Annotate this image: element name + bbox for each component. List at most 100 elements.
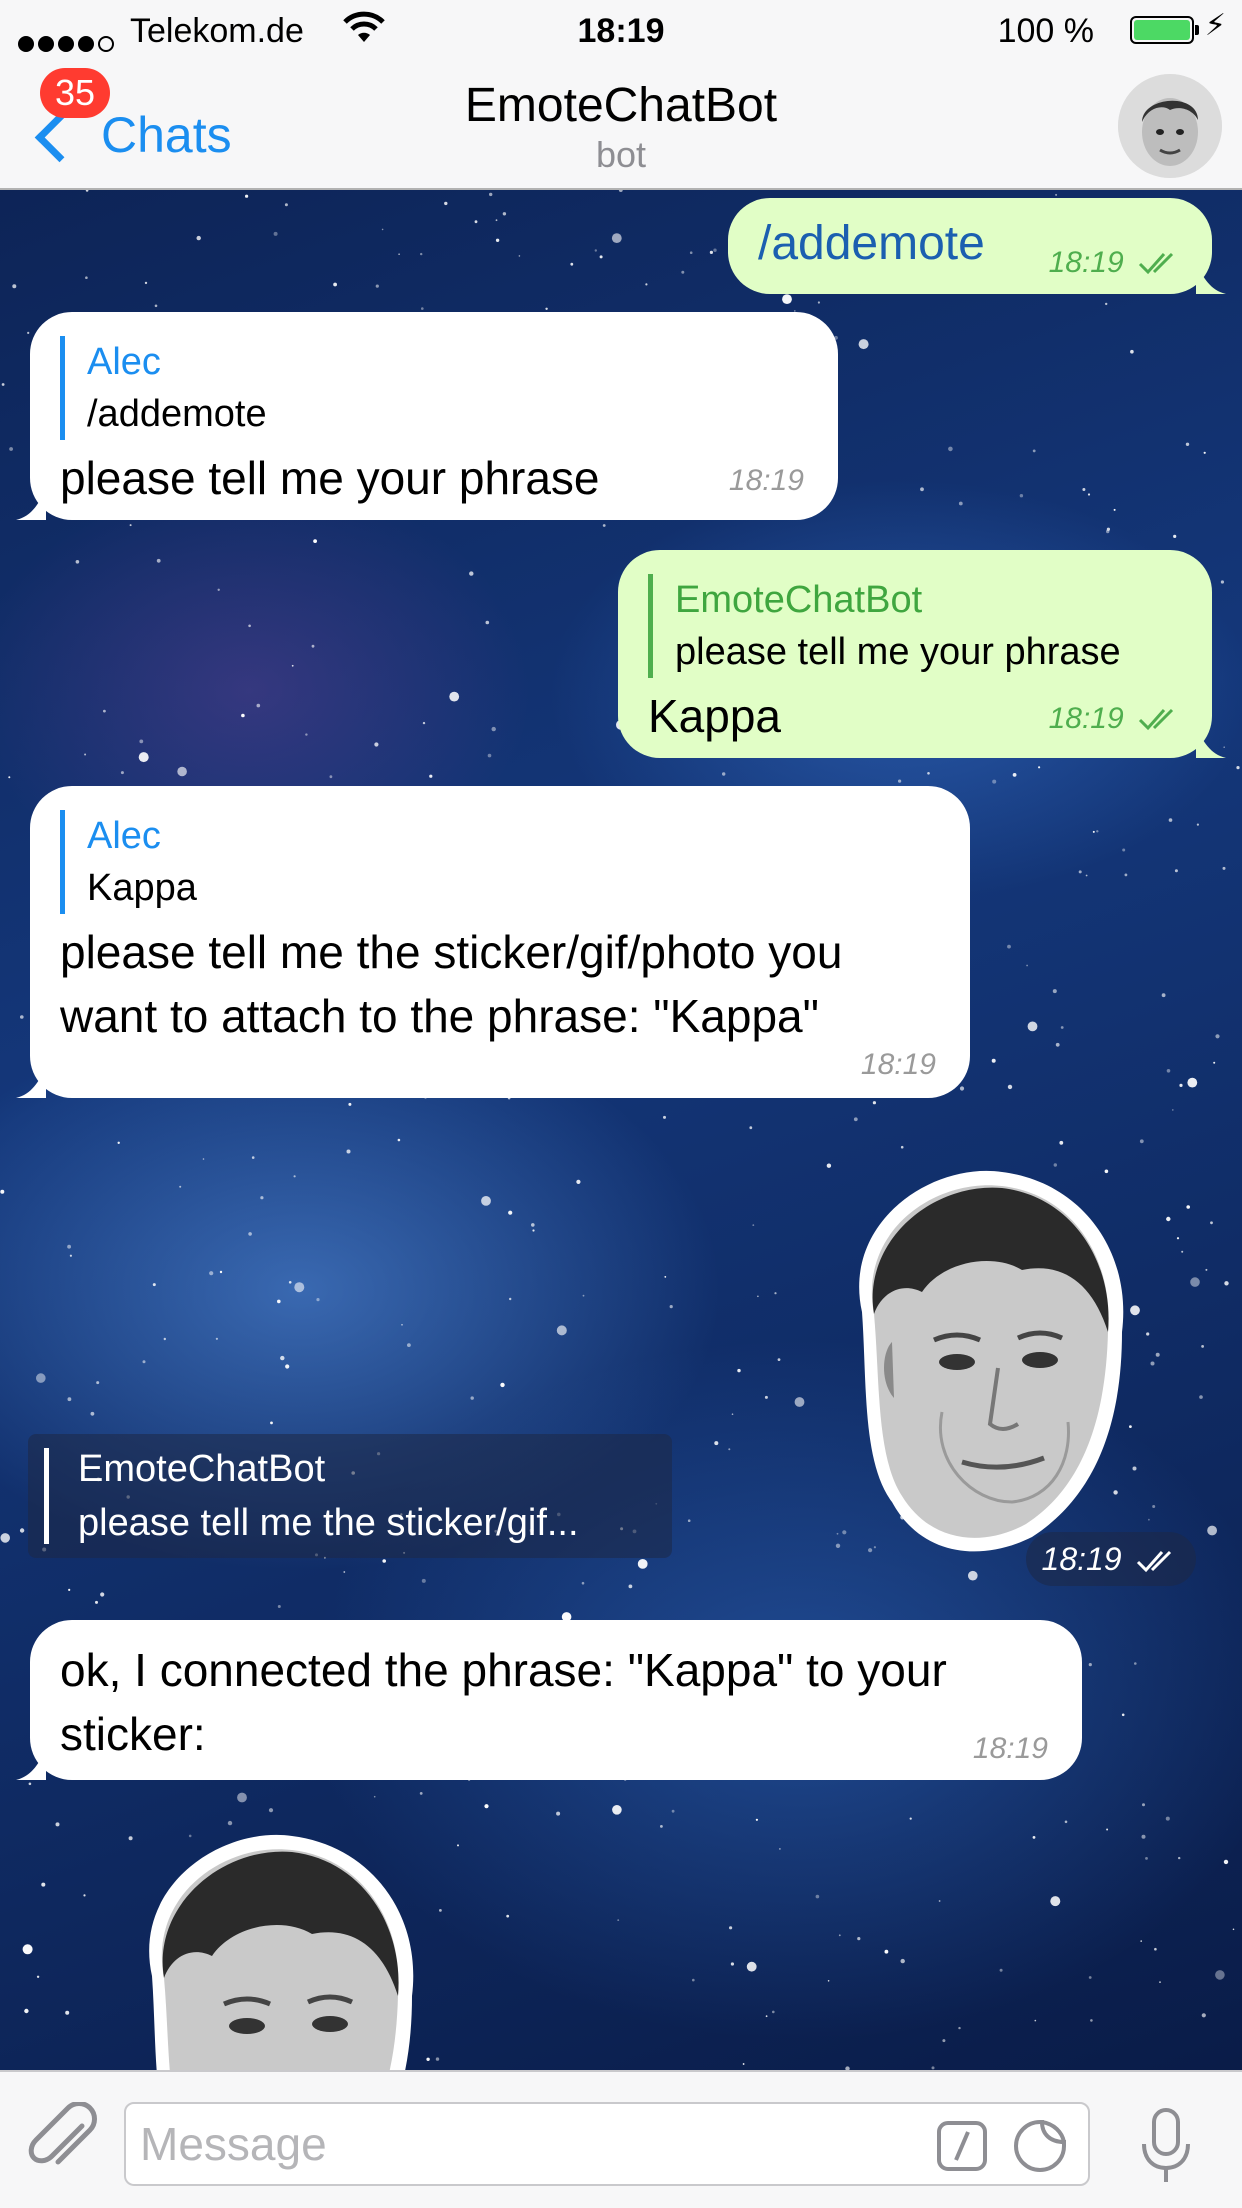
star [421, 1578, 426, 1583]
star [1106, 1828, 1109, 1831]
star [757, 1295, 759, 1298]
star [268, 1808, 274, 1813]
star [1032, 449, 1036, 453]
chat-title[interactable]: EmoteChatBot [0, 78, 1242, 133]
star [217, 588, 220, 591]
star [611, 233, 622, 243]
star [909, 1817, 912, 1820]
chat-area[interactable]: /addemote 18:19 Alec /addemote please te… [0, 190, 1242, 2070]
message-text-line[interactable]: ok, I connected the phrase: "Kappa" to y… [60, 1638, 1052, 1702]
message-bubble-incoming[interactable]: Alec /addemote please tell me your phras… [16, 312, 838, 520]
slash-command-icon[interactable] [936, 2120, 988, 2172]
star [1132, 1466, 1137, 1471]
star [1088, 1663, 1092, 1667]
kappa-face-sticker[interactable] [112, 1826, 422, 2070]
star [1223, 1859, 1229, 1865]
star [968, 1570, 978, 1581]
avatar[interactable] [1118, 74, 1222, 178]
star [857, 1937, 861, 1941]
star [381, 228, 384, 231]
star [779, 1848, 781, 1850]
kappa-face-sticker[interactable] [822, 1162, 1132, 1562]
star [1121, 1713, 1125, 1717]
star [202, 1158, 205, 1160]
star [1150, 1361, 1155, 1366]
star [65, 2010, 70, 2015]
reply-text: /addemote [87, 393, 267, 435]
star [1178, 1856, 1181, 1860]
star [1090, 2019, 1093, 2022]
star [485, 620, 490, 625]
star [245, 194, 249, 198]
reply-sender: Alec [87, 815, 161, 857]
star [681, 270, 685, 274]
star [1007, 1084, 1013, 1090]
star [1145, 1857, 1148, 1860]
star [872, 1101, 877, 1105]
star [474, 220, 478, 224]
star [75, 560, 80, 564]
message-text[interactable]: please tell me your phrase [60, 446, 808, 510]
star [311, 644, 315, 648]
star [251, 1156, 255, 1159]
star [495, 238, 500, 242]
star [90, 1411, 95, 1416]
star [260, 1196, 264, 1200]
star [1106, 527, 1110, 531]
star [96, 1381, 100, 1385]
message-bubble-incoming[interactable]: Alec Kappa please tell me the sticker/gi… [16, 786, 970, 1098]
star [487, 753, 492, 758]
star [1087, 493, 1091, 496]
star [333, 282, 337, 287]
microphone-icon[interactable] [1136, 2106, 1196, 2186]
star [1085, 874, 1088, 877]
sticker-icon[interactable] [1012, 2118, 1068, 2174]
message-bubble-incoming[interactable]: ok, I connected the phrase: "Kappa" to y… [16, 1620, 1082, 1780]
star [645, 283, 648, 286]
star [419, 1792, 423, 1795]
star [470, 1396, 474, 1400]
star [481, 1196, 491, 1206]
star [755, 1818, 759, 1821]
reply-quote[interactable]: EmoteChatBot please tell me your phrase [648, 574, 1182, 678]
star [1034, 2019, 1037, 2022]
battery-icon [1130, 16, 1199, 44]
reply-quote[interactable]: Alec Kappa [60, 810, 940, 914]
star [1012, 773, 1017, 777]
star [41, 1882, 46, 1887]
star [27, 331, 30, 334]
star [277, 1299, 281, 1304]
star [713, 248, 717, 252]
message-bubble-outgoing[interactable]: EmoteChatBot please tell me your phrase … [618, 550, 1226, 758]
reply-quote[interactable]: Alec /addemote [60, 336, 808, 440]
star [765, 2015, 768, 2018]
reply-sender: Alec [87, 341, 161, 383]
message-text-line[interactable]: sticker: [60, 1702, 1052, 1766]
star [958, 2026, 961, 2030]
star [241, 713, 245, 718]
star [545, 307, 548, 310]
star [374, 742, 379, 747]
message-text-line[interactable]: want to attach to the phrase: "Kappa" [60, 984, 940, 1048]
star [343, 1571, 346, 1573]
star [671, 1809, 675, 1813]
star [152, 1283, 156, 1287]
star [420, 252, 423, 256]
message-text-line[interactable]: please tell me the sticker/gif/photo you [60, 920, 940, 984]
star [938, 1900, 941, 1902]
star [1032, 1836, 1036, 1839]
star [1190, 1277, 1200, 1287]
sticker-time-badge: 18:19 [1026, 1532, 1196, 1586]
star [1187, 1077, 1198, 1088]
message-bubble-outgoing[interactable]: /addemote 18:19 [728, 198, 1226, 294]
star [285, 1364, 290, 1369]
star [163, 1337, 166, 1341]
star [692, 1978, 695, 1982]
reply-text: Kappa [87, 867, 197, 909]
sticker-reply-quote[interactable]: EmoteChatBot please tell me the sticker/… [28, 1434, 672, 1558]
status-bar: Telekom.de 18:19 100 % ⚡︎ [0, 0, 1242, 60]
paperclip-icon[interactable] [24, 2102, 104, 2182]
star [1055, 1042, 1060, 1047]
star [1152, 1505, 1156, 1508]
star [1088, 1976, 1092, 1979]
